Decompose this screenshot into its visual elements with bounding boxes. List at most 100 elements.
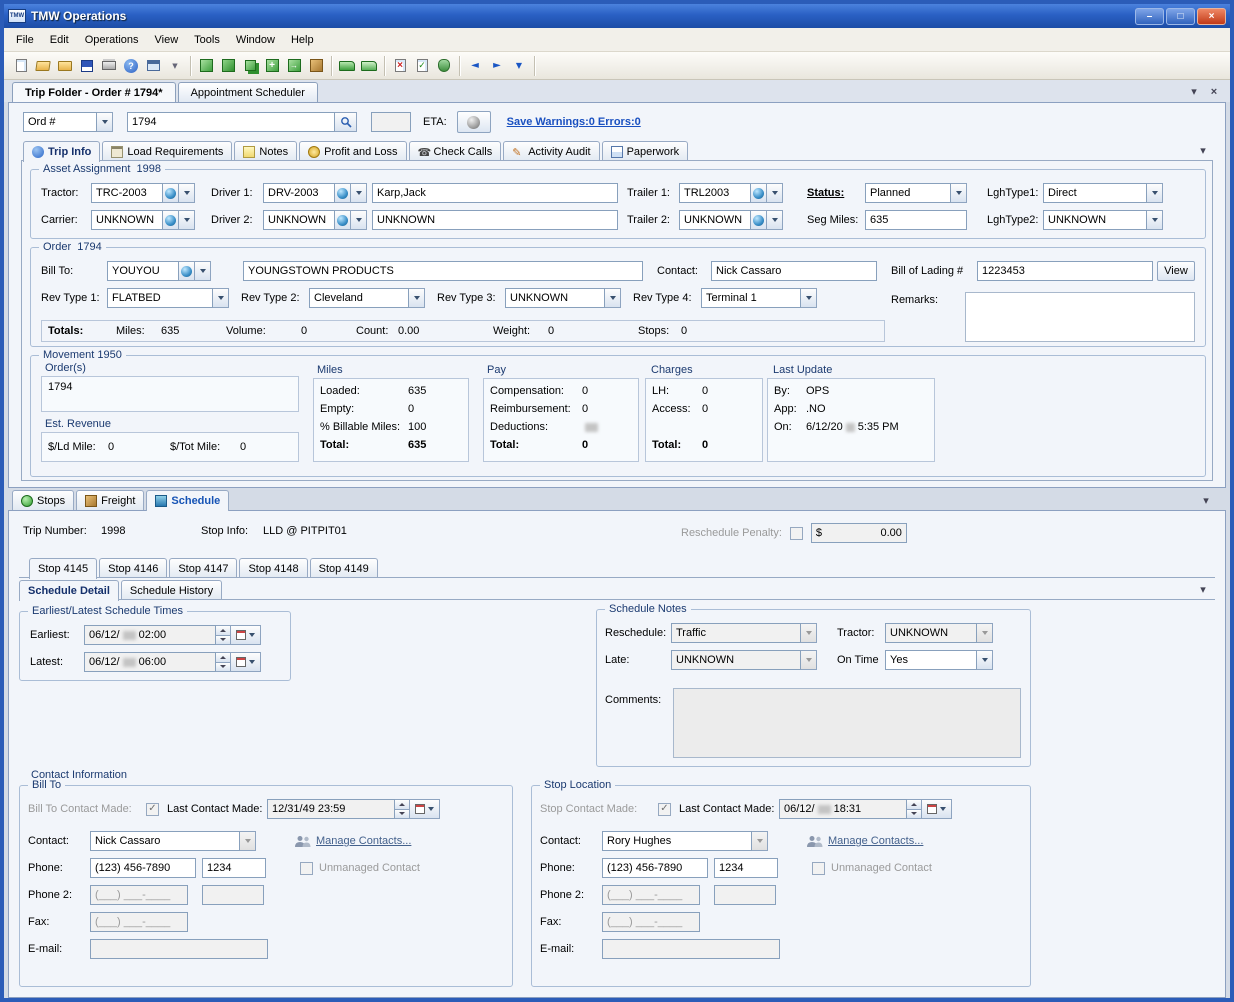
order-type-dropdown-button[interactable] xyxy=(97,112,113,132)
stop-tab-2[interactable]: Stop 4146 xyxy=(99,558,167,578)
driver1-input[interactable]: DRV-2003 xyxy=(263,183,335,203)
stop-tab-3[interactable]: Stop 4147 xyxy=(169,558,237,578)
order-contact-input[interactable]: Nick Cassaro xyxy=(711,261,877,281)
penalty-amount-field[interactable]: $ 0.00 xyxy=(811,523,907,543)
bt-last-contact-spinner[interactable] xyxy=(395,799,410,819)
sl-contact-made-checkbox[interactable] xyxy=(658,803,671,816)
status-label[interactable]: Status: xyxy=(807,187,865,199)
late-select[interactable]: UNKNOWN xyxy=(671,650,801,670)
bottom-tabs-collapse-icon[interactable] xyxy=(1198,493,1214,508)
sl-phone2-ext-input[interactable] xyxy=(714,885,776,905)
page-check-icon[interactable] xyxy=(411,55,433,77)
trailer2-input[interactable]: UNKNOWN xyxy=(679,210,751,230)
rev-type3-select[interactable]: UNKNOWN xyxy=(505,288,605,308)
sl-phone-input[interactable]: (123) 456-7890 xyxy=(602,858,708,878)
tractor-input[interactable]: TRC-2003 xyxy=(91,183,163,203)
bt-phone-input[interactable]: (123) 456-7890 xyxy=(90,858,196,878)
menu-edit[interactable]: Edit xyxy=(42,31,77,49)
back-chevron-icon[interactable] xyxy=(464,55,486,77)
green-truck-alt-icon[interactable] xyxy=(358,55,380,77)
tab-appointment-scheduler[interactable]: Appointment Scheduler xyxy=(178,82,318,102)
carrier-input[interactable]: UNKNOWN xyxy=(91,210,163,230)
driver2-dropdown-button[interactable] xyxy=(351,210,367,230)
sl-manage-contacts-link[interactable]: Manage Contacts... xyxy=(828,835,923,847)
switch-window-icon[interactable] xyxy=(142,55,164,77)
order-search-button[interactable] xyxy=(335,112,357,132)
open-folder-icon[interactable] xyxy=(32,55,54,77)
driver1-dropdown-button[interactable] xyxy=(351,183,367,203)
driver2-lookup-button[interactable] xyxy=(335,210,351,230)
tabstrip-close-icon[interactable] xyxy=(1206,84,1222,99)
stop-tab-1[interactable]: Stop 4145 xyxy=(29,558,97,579)
latest-calendar-button[interactable] xyxy=(231,652,261,672)
menu-view[interactable]: View xyxy=(147,31,187,49)
driver2-input[interactable]: UNKNOWN xyxy=(263,210,335,230)
trip-tabs-collapse-icon[interactable] xyxy=(1195,143,1211,158)
bill-to-lookup-button[interactable] xyxy=(179,261,195,281)
tab-schedule-detail[interactable]: Schedule Detail xyxy=(19,580,119,601)
tab-freight[interactable]: Freight xyxy=(76,490,144,510)
trailer1-lookup-button[interactable] xyxy=(751,183,767,203)
box-plus-icon[interactable] xyxy=(261,55,283,77)
stop-tab-4[interactable]: Stop 4148 xyxy=(239,558,307,578)
late-dropdown-button[interactable] xyxy=(801,650,817,670)
bol-input[interactable]: 1223453 xyxy=(977,261,1153,281)
tab-trip-folder[interactable]: Trip Folder - Order # 1794* xyxy=(12,82,176,102)
menu-tools[interactable]: Tools xyxy=(186,31,228,49)
tab-activity-audit[interactable]: Activity Audit xyxy=(503,141,599,161)
tab-load-requirements[interactable]: Load Requirements xyxy=(102,141,232,161)
tab-schedule-history[interactable]: Schedule History xyxy=(121,580,222,600)
bt-manage-contacts-link[interactable]: Manage Contacts... xyxy=(316,835,411,847)
trailer2-lookup-button[interactable] xyxy=(751,210,767,230)
rev-type1-dropdown-button[interactable] xyxy=(213,288,229,308)
on-time-select[interactable]: Yes xyxy=(885,650,977,670)
tab-stops[interactable]: Stops xyxy=(12,490,74,510)
sl-unmanaged-checkbox[interactable] xyxy=(812,862,825,875)
order-number-input[interactable]: 1794 xyxy=(127,112,335,132)
printer-icon[interactable] xyxy=(98,55,120,77)
bt-contact-select[interactable]: Nick Cassaro xyxy=(90,831,240,851)
reschedule-select[interactable]: Traffic xyxy=(671,623,801,643)
menu-operations[interactable]: Operations xyxy=(77,31,147,49)
bt-contact-dropdown-button[interactable] xyxy=(240,831,256,851)
bill-to-dropdown-button[interactable] xyxy=(195,261,211,281)
stacked-boxes-icon[interactable] xyxy=(239,55,261,77)
bt-phone2-ext-input[interactable] xyxy=(202,885,264,905)
bt-fax-input[interactable]: (___) ___-____ xyxy=(90,912,188,932)
latest-datetime-field[interactable]: 06/12/06:00 xyxy=(84,652,216,672)
lghtype2-select[interactable]: UNKNOWN xyxy=(1043,210,1147,230)
tractor-lookup-button[interactable] xyxy=(163,183,179,203)
trailer1-dropdown-button[interactable] xyxy=(767,183,783,203)
sl-email-input[interactable] xyxy=(602,939,780,959)
save-floppy-icon[interactable] xyxy=(76,55,98,77)
tab-schedule[interactable]: Schedule xyxy=(146,490,229,511)
page-red-x-icon[interactable] xyxy=(389,55,411,77)
earliest-datetime-field[interactable]: 06/12/02:00 xyxy=(84,625,216,645)
reschedule-dropdown-button[interactable] xyxy=(801,623,817,643)
tractor-dropdown-button[interactable] xyxy=(179,183,195,203)
earliest-spinner[interactable] xyxy=(216,625,231,645)
sl-phone2-input[interactable]: (___) ___-____ xyxy=(602,885,700,905)
earliest-calendar-button[interactable] xyxy=(231,625,261,645)
close-button[interactable]: × xyxy=(1197,8,1226,25)
bt-unmanaged-checkbox[interactable] xyxy=(300,862,313,875)
box-arrow-icon[interactable] xyxy=(283,55,305,77)
sl-last-contact-spinner[interactable] xyxy=(907,799,922,819)
status-select[interactable]: Planned xyxy=(865,183,951,203)
brown-box-icon[interactable] xyxy=(305,55,327,77)
menu-help[interactable]: Help xyxy=(283,31,322,49)
rev-type2-dropdown-button[interactable] xyxy=(409,288,425,308)
rev-type3-dropdown-button[interactable] xyxy=(605,288,621,308)
eta-status-button[interactable] xyxy=(457,111,491,133)
bt-email-input[interactable] xyxy=(90,939,268,959)
tab-check-calls[interactable]: Check Calls xyxy=(409,141,502,161)
menu-window[interactable]: Window xyxy=(228,31,283,49)
reschedule-penalty-checkbox[interactable] xyxy=(790,527,803,540)
stop-tab-5[interactable]: Stop 4149 xyxy=(310,558,378,578)
new-page-icon[interactable] xyxy=(10,55,32,77)
view-button[interactable]: View xyxy=(1157,261,1195,281)
sl-contact-dropdown-button[interactable] xyxy=(752,831,768,851)
lghtype1-dropdown-button[interactable] xyxy=(1147,183,1163,203)
latest-spinner[interactable] xyxy=(216,652,231,672)
seg-miles-input[interactable]: 635 xyxy=(865,210,967,230)
